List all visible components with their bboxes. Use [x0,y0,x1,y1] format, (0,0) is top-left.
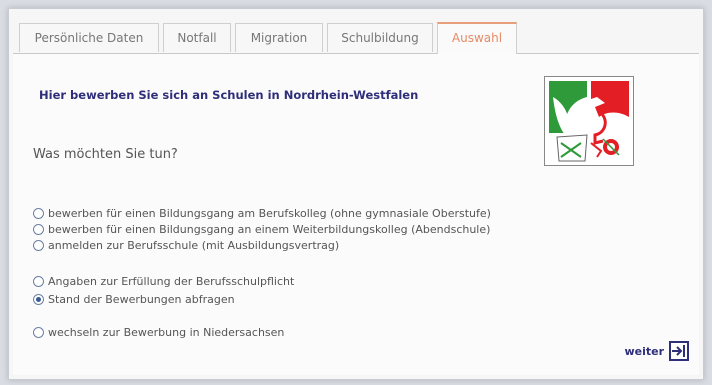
page-heading: Hier bewerben Sie sich an Schulen in Nor… [39,88,419,102]
radio-selected-icon[interactable] [33,293,44,305]
option-berufsschule[interactable]: anmelden zur Berufsschule (mit Ausbildun… [33,237,339,253]
tab-migration[interactable]: Migration [235,23,323,52]
main-content: Hier bewerben Sie sich an Schulen in Nor… [13,54,699,375]
radio-icon[interactable] [33,275,44,287]
option-label: bewerben für einen Bildungsgang an einem… [48,222,491,236]
radio-icon[interactable] [33,223,44,235]
option-label: bewerben für einen Bildungsgang am Beruf… [48,206,491,220]
option-niedersachsen[interactable]: wechseln zur Bewerbung in Niedersachsen [33,324,284,340]
application-window: Persönliche Daten Notfall Migration Schu… [8,8,704,380]
next-label: weiter [624,344,664,358]
option-label: wechseln zur Bewerbung in Niedersachsen [48,325,285,339]
tab-notfall[interactable]: Notfall [163,23,231,52]
option-label: anmelden zur Berufsschule (mit Ausbildun… [48,238,340,252]
radio-icon[interactable] [33,326,44,338]
option-stand-bewerbungen[interactable]: Stand der Bewerbungen abfragen [33,291,235,307]
question-text: Was möchten Sie tun? [33,147,178,162]
tab-schulbildung[interactable]: Schulbildung [327,23,433,52]
option-berufskolleg[interactable]: bewerben für einen Bildungsgang am Beruf… [33,205,491,221]
radio-icon[interactable] [33,207,44,219]
option-label: Stand der Bewerbungen abfragen [48,292,235,306]
option-label: Angaben zur Erfüllung der Berufsschulpfl… [48,274,295,288]
radio-icon[interactable] [33,239,44,251]
next-button[interactable]: weiter [624,341,689,361]
option-weiterbildungskolleg[interactable]: bewerben für einen Bildungsgang an einem… [33,221,490,237]
tab-auswahl[interactable]: Auswahl [437,22,517,54]
tab-bar: Persönliche Daten Notfall Migration Schu… [13,17,699,54]
tab-persoenliche-daten[interactable]: Persönliche Daten [19,23,159,52]
arrow-into-box-icon [669,341,689,361]
nrw-logo [544,76,634,166]
option-berufsschulpflicht[interactable]: Angaben zur Erfüllung der Berufsschulpfl… [33,273,294,289]
